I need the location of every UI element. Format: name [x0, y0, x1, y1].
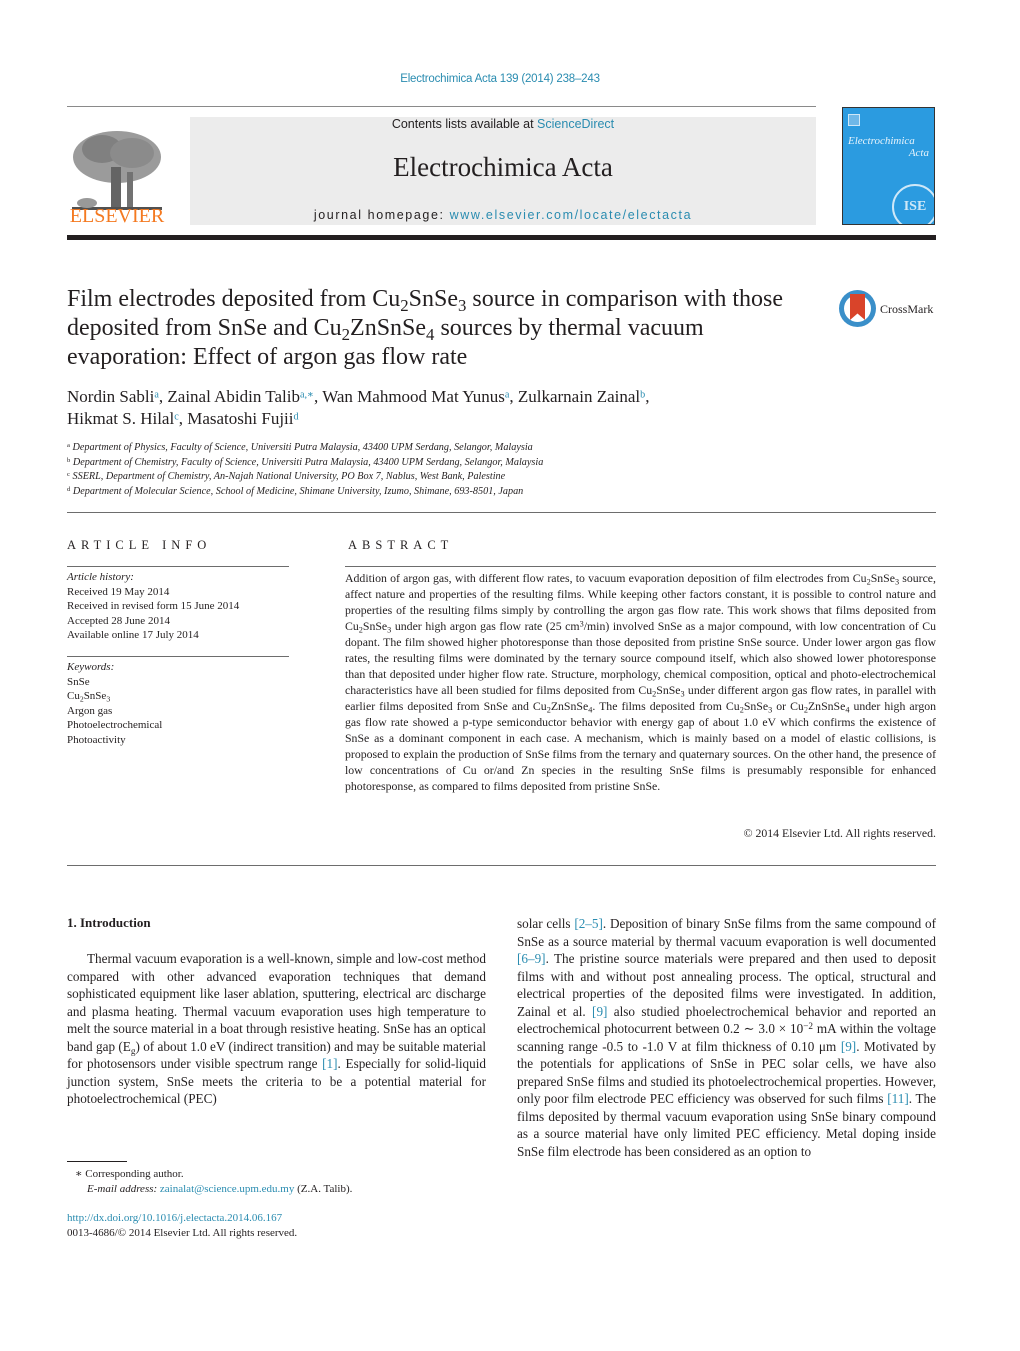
history-item: Available online 17 July 2014 — [67, 629, 199, 641]
affiliations: a Department of Physics, Faculty of Scie… — [67, 441, 767, 499]
elsevier-logo-text: ELSEVIER — [69, 205, 165, 227]
corresponding-author-footnote: ∗ Corresponding author. E-mail address: … — [67, 1167, 497, 1196]
reference-link[interactable]: [2–5] — [574, 916, 603, 931]
homepage-prefix: journal homepage: — [313, 208, 450, 222]
crossmark-label: CrossMark — [880, 302, 934, 316]
keyword: Argon gas — [67, 704, 113, 717]
doi-block: http://dx.doi.org/10.1016/j.electacta.20… — [67, 1211, 497, 1240]
journal-homepage-link[interactable]: www.elsevier.com/locate/electacta — [450, 208, 692, 222]
copyright-notice: © 2014 Elsevier Ltd. All rights reserved… — [743, 826, 936, 840]
author[interactable]: Wan Mahmood Mat Yunus — [322, 387, 505, 406]
affiliation-marker[interactable]: a,∗ — [300, 389, 314, 400]
crossmark-button[interactable]: CrossMark — [839, 290, 939, 330]
history-item: Received in revised form 15 June 2014 — [67, 600, 240, 612]
header-rule — [67, 106, 816, 107]
email-line: E-mail address: zainalat@science.upm.edu… — [87, 1182, 353, 1195]
journal-cover-thumbnail[interactable]: Electrochimica Acta ISE — [842, 107, 935, 225]
article-info-heading: ARTICLE INFO — [67, 538, 212, 552]
journal-citation-link[interactable]: Electrochimica Acta 139 (2014) 238–243 — [0, 73, 1000, 85]
email-link[interactable]: zainalat@science.upm.edu.my — [160, 1183, 294, 1195]
history-item: Accepted 28 June 2014 — [67, 614, 170, 627]
divider — [67, 865, 936, 866]
affiliation: b Department of Chemistry, Faculty of Sc… — [67, 456, 544, 468]
sciencedirect-link[interactable]: ScienceDirect — [537, 117, 614, 131]
divider — [345, 566, 936, 567]
divider — [67, 656, 289, 657]
doi-link[interactable]: http://dx.doi.org/10.1016/j.electacta.20… — [67, 1211, 497, 1226]
history-item: Received 19 May 2014 — [67, 585, 170, 598]
article-title: Film electrodes deposited from Cu2SnSe3 … — [67, 286, 784, 370]
keyword: SnSe — [67, 675, 90, 688]
footnote-rule — [67, 1161, 127, 1162]
header-thick-rule — [67, 235, 936, 240]
article-history: Article history: Received 19 May 2014 Re… — [67, 570, 292, 643]
affiliation-marker[interactable]: d — [294, 411, 299, 422]
keywords: Keywords: SnSe Cu2SnSe3 Argon gas Photoe… — [67, 660, 292, 747]
abstract-heading: ABSTRACT — [348, 538, 454, 552]
author-list: Nordin Sablia, Zainal Abidin Taliba,∗, W… — [67, 387, 650, 428]
history-label: Article history: — [67, 571, 134, 583]
divider — [67, 512, 936, 513]
reference-link[interactable]: [11] — [887, 1091, 908, 1106]
section-heading-introduction: 1. Introduction — [67, 915, 151, 930]
author[interactable]: Hikmat S. Hilal — [67, 409, 174, 428]
cover-publisher-icon — [848, 114, 860, 126]
author[interactable]: Masatoshi Fujii — [187, 409, 293, 428]
author[interactable]: Zainal Abidin Talib — [167, 387, 300, 406]
corresponding-label: ∗ Corresponding author. — [75, 1168, 184, 1180]
keywords-label: Keywords: — [67, 661, 115, 673]
cover-title: Electrochimica — [848, 135, 915, 147]
reference-link[interactable]: [9] — [841, 1039, 856, 1054]
author[interactable]: Nordin Sabli — [67, 387, 154, 406]
issn-copyright: 0013-4686/© 2014 Elsevier Ltd. All right… — [67, 1226, 298, 1239]
affiliation: c SSERL, Department of Chemistry, An-Naj… — [67, 471, 506, 482]
reference-link[interactable]: [9] — [592, 1004, 607, 1019]
ise-badge-icon: ISE — [892, 184, 934, 224]
body-column-left: Thermal vacuum evaporation is a well-kno… — [67, 951, 487, 1106]
journal-name: Electrochimica Acta — [393, 152, 613, 182]
body-column-right: solar cells [2–5]. Deposition of binary … — [517, 916, 936, 1159]
abstract-body: Addition of argon gas, with different fl… — [345, 571, 937, 793]
homepage-line: journal homepage: www.elsevier.com/locat… — [190, 208, 816, 222]
affiliation: a Department of Physics, Faculty of Scie… — [67, 442, 533, 453]
affiliation: d Department of Molecular Science, Schoo… — [67, 485, 524, 497]
reference-link[interactable]: [1] — [322, 1056, 337, 1071]
keyword: Photoactivity — [67, 733, 126, 746]
contents-prefix: Contents lists available at — [391, 117, 538, 131]
reference-link[interactable]: [6–9] — [517, 951, 546, 966]
contents-line: Contents lists available at ScienceDirec… — [190, 117, 816, 131]
divider — [67, 566, 289, 567]
keyword: Photoelectrochemical — [67, 719, 163, 731]
cover-title-2: Acta — [908, 147, 929, 159]
author[interactable]: Zulkarnain Zainal — [518, 387, 640, 406]
keyword: Cu2SnSe3 — [67, 690, 111, 704]
